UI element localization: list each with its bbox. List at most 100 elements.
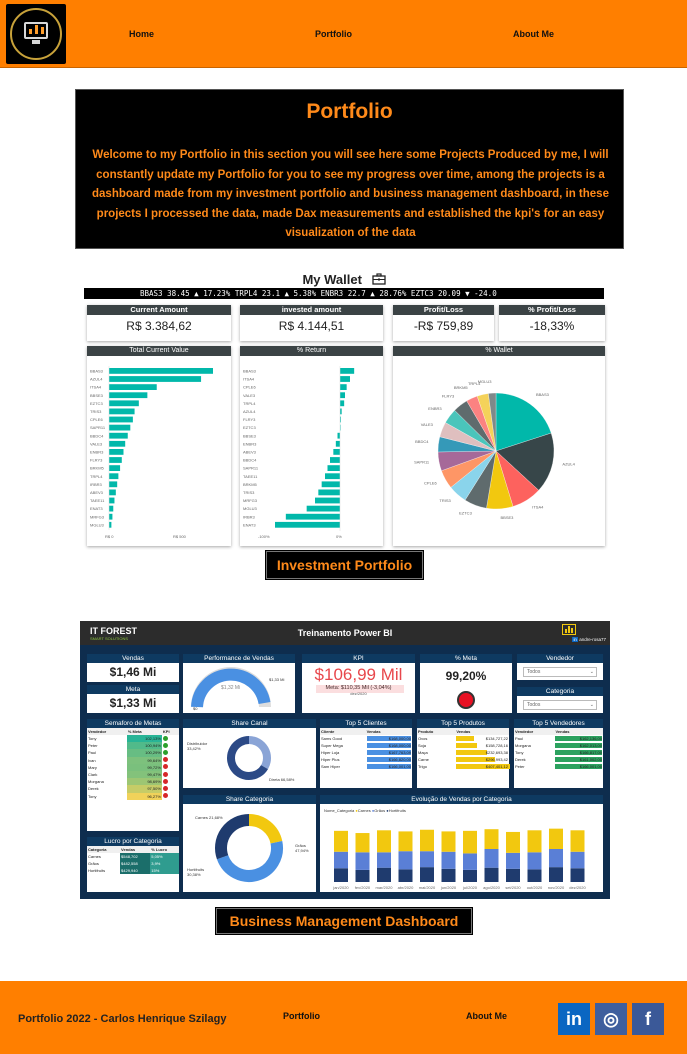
monitor-icon: [24, 22, 48, 39]
meta-cell: 96,27%: [126, 792, 162, 800]
bar: [109, 505, 114, 512]
evolucao-vendas: Evolução de Vendas por Categoria Nome_Ca…: [320, 795, 603, 892]
x-tick-label: jul/2020: [462, 885, 478, 890]
table-row: Ovos $134,727,22: [417, 735, 509, 742]
canal-label-direta: Direta 66,58%: [269, 777, 295, 782]
monitor-chart-logo[interactable]: [6, 4, 66, 64]
slicer-vendedor[interactable]: Vendedor Todos ⌄: [517, 654, 603, 680]
share-canal: Share Canal Distribuidor 33,42% Direta 6…: [183, 719, 316, 788]
bar: [109, 440, 126, 447]
bar-carnes: [355, 833, 370, 853]
bar-category-label: BBDC4: [243, 458, 257, 463]
value-cell: $166,820,00: [366, 756, 412, 763]
investment-dashboard-screenshot[interactable]: My Wallet BBAS3 38.45 ▲ 17.23% TRPL4 23.…: [80, 272, 608, 550]
categoria-dropdown[interactable]: Todos ⌄: [523, 700, 597, 710]
bar-carnes: [441, 831, 456, 852]
bar: [330, 457, 340, 463]
bar-hortifruits: [484, 867, 499, 882]
wallet-title: My Wallet: [80, 272, 608, 287]
bar-hortifruits: [527, 869, 542, 882]
slicer-categoria[interactable]: Categoria Todos ⌄: [517, 687, 603, 713]
facebook-icon[interactable]: f: [632, 1003, 664, 1035]
card-title: Top 5 Produtos: [417, 719, 509, 728]
bar-graos: [334, 851, 348, 869]
table-row: Mary 99,72%: [87, 763, 179, 771]
bar: [109, 465, 121, 471]
chevron-down-icon: ⌄: [589, 702, 594, 708]
bar-category-label: IRBR3: [90, 482, 103, 487]
kpi-value: $106,99 Mil: [314, 665, 403, 684]
value-cell: $162,013,00: [554, 742, 603, 749]
table-row: Derek 97,50%: [87, 785, 179, 793]
gauge-max: $1,33 Mi: [269, 677, 285, 682]
x-tick-label: mar/2020: [376, 885, 394, 890]
table-row: Carnes $548,702 5,05%: [87, 853, 179, 860]
wallet-pie-chart: BBAS3 AZUL4 ITSA4 BBSE3 EZTC3 TRIS3 CPLE6 SAPR1…: [414, 379, 576, 520]
value-text: $134,727,22: [485, 736, 508, 741]
bar: [109, 497, 115, 504]
name-cell: Trigo: [418, 764, 427, 769]
bar-category-label: ENBR3: [90, 450, 104, 455]
footer-link-about-me[interactable]: About Me: [466, 1011, 507, 1021]
footer-credit: Portfolio 2022 - Carlos Henrique Szilagy: [18, 1013, 227, 1025]
nav-link-home[interactable]: Home: [129, 29, 154, 39]
nav-link-about-me[interactable]: About Me: [513, 29, 554, 39]
x-tick-label: set/2020: [505, 885, 521, 890]
footer-link-portfolio[interactable]: Portfolio: [283, 1011, 320, 1021]
bar-hortifruits: [570, 868, 585, 882]
bar: [109, 408, 135, 415]
bar: [340, 368, 355, 374]
investment-portfolio-caption[interactable]: Investment Portfolio: [265, 550, 424, 580]
value-cell: $232,693,38: [455, 749, 509, 756]
x-tick-label: R$ 0: [105, 534, 114, 539]
table-row: Soja $158,728,16: [417, 742, 509, 749]
bar: [315, 497, 340, 504]
x-tick-label: jan/2020: [332, 885, 349, 890]
card-title: Evolução de Vendas por Categoria: [320, 795, 603, 804]
bar-category-label: SAPR11: [90, 425, 106, 430]
kpi-cell: [162, 764, 179, 771]
bar-carnes: [334, 830, 348, 852]
bar: [333, 449, 340, 455]
table-cell: 3,9%: [150, 860, 179, 867]
vendedor-cell: Mary: [88, 764, 97, 770]
bar-graos: [377, 852, 391, 868]
bar: [340, 400, 345, 407]
table-cell: Hortifruits: [88, 868, 106, 873]
bar-category-label: BBDC4: [90, 433, 104, 438]
bar: [327, 465, 340, 471]
value-cell: $167,763,09: [366, 749, 412, 756]
meta-cell: 102,13%: [126, 735, 162, 743]
instagram-icon[interactable]: ◎: [595, 1003, 627, 1035]
value-cell: $134,727,22: [455, 735, 509, 742]
kpi-value: -R$ 759,89: [413, 319, 474, 333]
pie-slice-label: MGLU3: [478, 379, 493, 384]
powerbi-bar: [565, 629, 567, 633]
bar-category-label: CPLE6: [243, 385, 256, 390]
kpi-label: invested amount: [240, 305, 383, 315]
table-row: Paul 100,29%: [87, 749, 179, 757]
gauge-min: $0: [193, 706, 198, 711]
bar-category-label: ITSA4: [90, 385, 102, 390]
business-dashboard-caption[interactable]: Business Management Dashboard: [215, 907, 473, 935]
bar-category-label: MGLU3: [243, 506, 258, 511]
vendedor-dropdown[interactable]: Todos ⌄: [523, 667, 597, 677]
panel-title: Total Current Value: [87, 346, 231, 356]
pie-slice-label: ITSA4: [532, 505, 544, 510]
status-dot-icon: [162, 793, 168, 799]
evolucao-stacked-chart: jan/2020 fev/2020 mar/2020 abr/2020 mai/2020…: [332, 828, 587, 890]
name-cell: Hiper Loja: [321, 750, 340, 755]
card-kpi: KPI $106,99 Mil Meta: $110,35 Mil (-3,04…: [302, 654, 415, 713]
page-title: Portfolio: [306, 100, 393, 123]
bar-carnes: [463, 830, 477, 854]
percent-wallet-chart: % Wallet BBAS3 AZUL4 ITSA4 BBSE3 EZTC3 TRIS3 C…: [393, 346, 605, 546]
name-cell: Morgana: [515, 743, 531, 748]
nav-link-portfolio[interactable]: Portfolio: [315, 29, 352, 39]
value-text: $168,000,00: [388, 736, 411, 741]
linkedin-icon[interactable]: in: [558, 1003, 590, 1035]
card-value: $1,33 Mi: [109, 696, 157, 710]
intro-text: Welcome to my Portfolio in this section …: [92, 149, 609, 239]
bar-hortifruits: [420, 867, 434, 882]
value-cell: $166,001,00: [554, 763, 603, 770]
business-dashboard-screenshot[interactable]: IT FOREST SMART SOLUTIONS Treinamento Po…: [80, 621, 610, 899]
